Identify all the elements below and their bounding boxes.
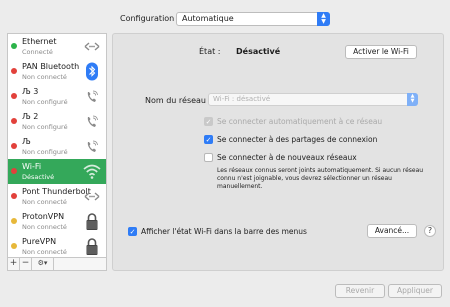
status-dot (11, 68, 17, 74)
auto-connect-label: Se connecter automatiquement à ce réseau (217, 117, 383, 126)
toggle-wifi-button[interactable]: Activer le Wi-Fi (345, 45, 417, 59)
lock-icon (86, 238, 98, 255)
status-dot (11, 218, 17, 224)
configuration-value: Automatique (182, 14, 234, 23)
state-value: Désactivé (236, 47, 281, 56)
phone-icon (87, 140, 98, 152)
ethernet-icon (84, 42, 100, 51)
status-dot (11, 193, 17, 199)
network-name-placeholder: Wi-Fi : désactivé (213, 95, 271, 103)
service-item-ethernet[interactable]: Ethernet Connecté (8, 34, 106, 59)
advanced-button[interactable]: Avancé... (367, 224, 417, 238)
service-name: PureVPN (22, 237, 57, 246)
service-name: Љ 3 (22, 87, 39, 96)
state-label: État : (199, 47, 221, 56)
service-item-3[interactable]: Љ 3 Non configuré (8, 84, 106, 109)
status-dot (11, 168, 17, 174)
configuration-select[interactable]: Automatique ▲ ▼ (176, 12, 330, 26)
service-status: Non connecté (22, 198, 67, 206)
remove-service-button[interactable]: − (20, 258, 32, 270)
service-item-2[interactable]: Љ 2 Non configuré (8, 109, 106, 134)
network-name-label: Nom du réseau : (145, 96, 212, 105)
status-dot (11, 118, 17, 124)
service-name: PAN Bluetooth (22, 62, 80, 71)
checkbox-box (204, 153, 213, 162)
service-status: Non connecté (22, 248, 67, 256)
service-name: Љ 2 (22, 112, 39, 121)
show-wifi-status-label: Afficher l'état Wi-Fi dans la barre des … (141, 227, 307, 236)
service-status: Non configuré (22, 148, 68, 156)
new-networks-note: Les réseaux connus seront joints automat… (217, 167, 424, 190)
service-item-purevpn[interactable]: PureVPN Non connecté (8, 234, 106, 259)
service-item-protonvpn[interactable]: ProtonVPN Non connecté (8, 209, 106, 234)
auto-connect-checkbox[interactable]: ✓ Se connecter automatiquement à ce rése… (204, 116, 434, 128)
service-name: ProtonVPN (22, 212, 65, 221)
phone-icon (87, 90, 98, 102)
chevron-updown-icon: ▲ ▼ (317, 12, 330, 26)
service-name: Ethernet (22, 37, 57, 46)
service-item-thunderbolt-bridge[interactable]: Pont Thunderbolt Non connecté (8, 184, 106, 209)
status-dot (11, 93, 17, 99)
ethernet-icon (84, 192, 100, 201)
service-status: Non connecté (22, 223, 67, 231)
configuration-row: Configuration : Automatique ▲ ▼ (0, 11, 450, 27)
chevron-updown-icon: ▲ ▼ (407, 93, 418, 106)
status-dot (11, 243, 17, 249)
hotspot-connect-checkbox[interactable]: ✓ Se connecter à des partages de connexi… (204, 134, 434, 146)
new-networks-checkbox[interactable]: Se connecter à de nouveaux réseaux (204, 152, 434, 164)
service-status: Non configuré (22, 123, 68, 131)
service-status: Non configuré (22, 98, 68, 106)
checkmark-icon: ✓ (204, 117, 213, 126)
new-networks-label: Se connecter à de nouveaux réseaux (217, 153, 357, 162)
help-button[interactable]: ? (424, 225, 436, 237)
show-wifi-status-checkbox[interactable]: ✓ Afficher l'état Wi-Fi dans la barre de… (128, 226, 358, 238)
phone-icon (87, 115, 98, 127)
service-item-1[interactable]: Љ Non configuré (8, 134, 106, 159)
service-item-pan-bluetooth[interactable]: PAN Bluetooth Non connecté (8, 59, 106, 84)
bluetooth-icon (86, 62, 98, 81)
gear-menu-button[interactable]: ⚙▾ (32, 258, 54, 270)
lock-icon (86, 213, 98, 230)
network-name-select[interactable]: Wi-Fi : désactivé ▲ ▼ (208, 93, 418, 106)
service-status: Désactivé (22, 173, 55, 181)
service-name: Pont Thunderbolt (22, 187, 91, 196)
service-name: Wi-Fi (22, 162, 42, 171)
add-service-button[interactable]: + (8, 258, 20, 270)
revert-button[interactable]: Revenir (335, 284, 385, 298)
service-name: Љ (22, 137, 31, 146)
wifi-icon (83, 164, 101, 179)
configuration-label: Configuration : (120, 14, 180, 23)
service-list: Ethernet Connecté PAN Bluetooth Non conn… (7, 33, 107, 271)
service-list-toolbar: + − ⚙▾ (8, 257, 106, 270)
service-item-wifi[interactable]: Wi-Fi Désactivé (8, 159, 106, 184)
apply-button[interactable]: Appliquer (388, 284, 442, 298)
service-status: Connecté (22, 48, 53, 56)
checkmark-icon: ✓ (204, 135, 213, 144)
checkmark-icon: ✓ (128, 227, 137, 236)
status-dot (11, 43, 17, 49)
service-status: Non connecté (22, 73, 67, 81)
hotspot-connect-label: Se connecter à des partages de connexion (217, 135, 378, 144)
wifi-detail-panel: État : Désactivé Activer le Wi-Fi Nom du… (112, 33, 444, 271)
status-dot (11, 143, 17, 149)
